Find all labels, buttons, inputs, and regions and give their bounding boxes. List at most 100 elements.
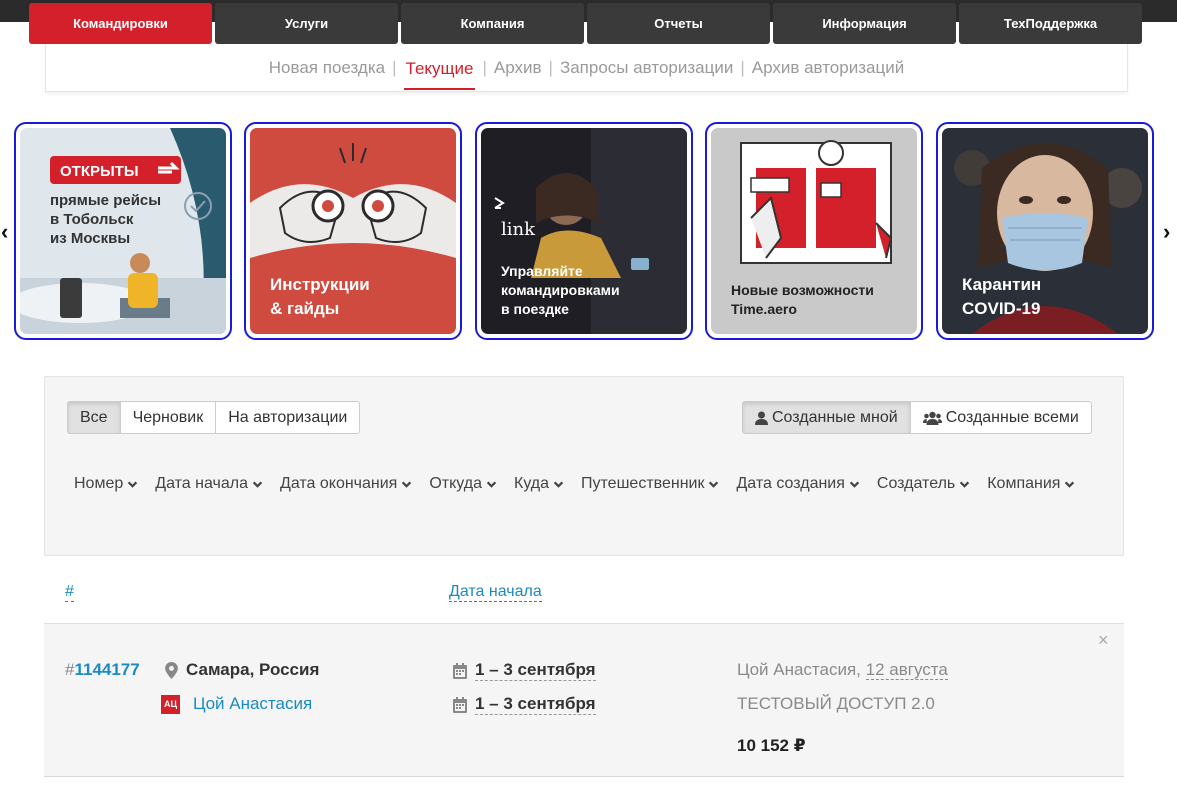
subnav-separator: |	[392, 57, 397, 77]
trip-number[interactable]: #1144177	[65, 660, 140, 680]
banner-covid[interactable]: Карантин COVID-19	[936, 122, 1154, 340]
sort-traveler[interactable]: Путешественник	[581, 475, 719, 493]
subnav-separator: |	[548, 57, 553, 77]
traveler-name[interactable]: Цой Анастасия	[193, 694, 312, 714]
banner-guides-line-2: & гайды	[270, 299, 339, 318]
chevron-down-icon	[402, 481, 412, 488]
creator-name: Цой Анастасия,	[737, 660, 866, 679]
nav-tab-trips[interactable]: Командировки	[29, 3, 212, 44]
banner-flights-line-1: прямые рейсы	[50, 192, 161, 209]
banner-link-line-1: Управляйте	[501, 263, 583, 279]
nav-tab-support[interactable]: ТехПоддержка	[959, 3, 1142, 44]
trip-city-name: Самара, Россия	[186, 660, 320, 679]
chevron-down-icon	[960, 481, 970, 488]
trip-price: 10 152 ₽	[737, 736, 806, 755]
nav-tab-services[interactable]: Услуги	[215, 3, 398, 44]
banner-features-image: Новые возможности Time.aero	[711, 128, 917, 334]
trip-row[interactable]: #1144177 Самара, Россия АЦ Цой Анастасия…	[44, 623, 1124, 777]
banner-covid-image: Карантин COVID-19	[942, 128, 1148, 334]
user-icon	[755, 411, 768, 425]
status-all-button[interactable]: Все	[67, 401, 121, 434]
sort-creator[interactable]: Создатель	[877, 475, 970, 493]
chevron-down-icon	[849, 481, 860, 488]
banner-covid-line-1: Карантин	[962, 275, 1041, 294]
nav-tab-company[interactable]: Компания	[401, 3, 584, 44]
owner-filter-group: Созданные мной Созданные всеми	[742, 401, 1092, 434]
created-by-me-button[interactable]: Созданные мной	[742, 401, 911, 434]
column-header-number[interactable]: #	[65, 582, 74, 602]
users-icon	[922, 411, 942, 425]
sort-number[interactable]: Номер	[74, 475, 138, 493]
sort-label: Путешественник	[581, 475, 705, 492]
banner-flights-image: ОТКРЫТЫ прямые рейсы в Тобольск из Москв…	[20, 128, 226, 334]
trip-number-link[interactable]: 1144177	[74, 660, 139, 679]
trip-date-text: 1 – 3 сентября	[475, 694, 596, 715]
created-by-all-label: Созданные всеми	[945, 408, 1079, 426]
subnav-auth-requests[interactable]: Запросы авторизации	[560, 58, 733, 78]
trip-city: Самара, Россия	[165, 660, 319, 680]
banner-features-line-1: Новые возможности	[731, 282, 874, 298]
sort-label: Компания	[987, 475, 1061, 492]
calendar-icon	[453, 662, 467, 679]
trip-date-2: 1 – 3 сентября	[453, 694, 596, 715]
nav-tab-info[interactable]: Информация	[773, 3, 956, 44]
subnav-current[interactable]: Текущие	[403, 45, 476, 90]
trip-date-text: 1 – 3 сентября	[475, 660, 596, 681]
nav-tab-reports[interactable]: Отчеты	[587, 3, 770, 44]
chevron-down-icon	[709, 481, 719, 488]
calendar-icon	[453, 696, 467, 713]
subnav-separator: |	[482, 57, 487, 77]
traveler-avatar: АЦ	[161, 694, 180, 714]
sort-company[interactable]: Компания	[987, 475, 1075, 493]
trip-creator: Цой Анастасия, 12 августа	[737, 660, 948, 680]
banner-features[interactable]: Новые возможности Time.aero	[705, 122, 923, 340]
created-by-all-button[interactable]: Созданные всеми	[909, 401, 1092, 434]
trip-traveler[interactable]: АЦ Цой Анастасия	[161, 694, 312, 714]
banner-link-logo: link	[501, 219, 536, 240]
banner-flights[interactable]: ОТКРЫТЫ прямые рейсы в Тобольск из Москв…	[14, 122, 232, 340]
sort-label: Дата окончания	[279, 475, 398, 492]
map-marker-icon	[165, 661, 178, 679]
subnav-archive[interactable]: Архив	[494, 58, 542, 78]
sort-label: Куда	[514, 475, 550, 492]
chevron-down-icon	[128, 481, 138, 488]
sort-end-date[interactable]: Дата окончания	[280, 475, 412, 493]
status-authorization-button[interactable]: На авторизации	[215, 401, 361, 434]
banner-flights-line-2: в Тобольск	[50, 211, 134, 228]
sort-from[interactable]: Откуда	[429, 475, 497, 493]
banner-flights-badge: ОТКРЫТЫ	[60, 163, 139, 180]
chevron-down-icon	[486, 481, 497, 488]
sub-nav: Новая поездка | Текущие | Архив | Запрос…	[45, 44, 1128, 92]
carousel-next-icon[interactable]: ›	[1163, 219, 1170, 245]
filter-panel: Все Черновик На авторизации Созданные мн…	[44, 376, 1124, 556]
sort-label: Дата создания	[736, 475, 845, 492]
sort-to[interactable]: Куда	[514, 475, 564, 493]
subnav-new-trip[interactable]: Новая поездка	[269, 58, 385, 78]
trip-company: ТЕСТОВЫЙ ДОСТУП 2.0	[737, 694, 935, 713]
chevron-down-icon	[1065, 481, 1075, 488]
banner-guides-image: Инструкции & гайды	[250, 128, 456, 334]
sort-row: Номер Дата начала Дата окончания Откуда …	[74, 475, 1075, 493]
subnav-auth-archive[interactable]: Архив авторизаций	[752, 58, 904, 78]
status-filter-group: Все Черновик На авторизации	[67, 401, 361, 434]
banner-link[interactable]: link Управляйте командировками в поездке	[475, 122, 693, 340]
banner-covid-line-2: COVID-19	[962, 299, 1040, 318]
sort-label: Номер	[74, 475, 124, 492]
sort-created-date[interactable]: Дата создания	[736, 475, 860, 493]
created-by-me-label: Созданные мной	[772, 408, 898, 426]
main-nav: Командировки Услуги Компания Отчеты Инфо…	[29, 3, 1142, 44]
subnav-separator: |	[740, 57, 745, 77]
banner-link-image: link Управляйте командировками в поездке	[481, 128, 687, 334]
created-date: 12 августа	[865, 660, 948, 680]
sort-label: Откуда	[429, 475, 482, 492]
sort-start-date[interactable]: Дата начала	[155, 475, 263, 493]
carousel-prev-icon[interactable]: ‹	[1, 219, 8, 245]
banner-guides[interactable]: Инструкции & гайды	[244, 122, 462, 340]
banner-link-line-3: в поездке	[501, 301, 569, 317]
close-icon[interactable]: ×	[1098, 630, 1109, 651]
banner-guides-line-1: Инструкции	[270, 275, 370, 294]
column-header-start-date[interactable]: Дата начала	[449, 582, 542, 602]
banner-link-line-2: командировками	[501, 282, 620, 298]
chevron-down-icon	[553, 481, 564, 488]
status-draft-button[interactable]: Черновик	[119, 401, 217, 434]
